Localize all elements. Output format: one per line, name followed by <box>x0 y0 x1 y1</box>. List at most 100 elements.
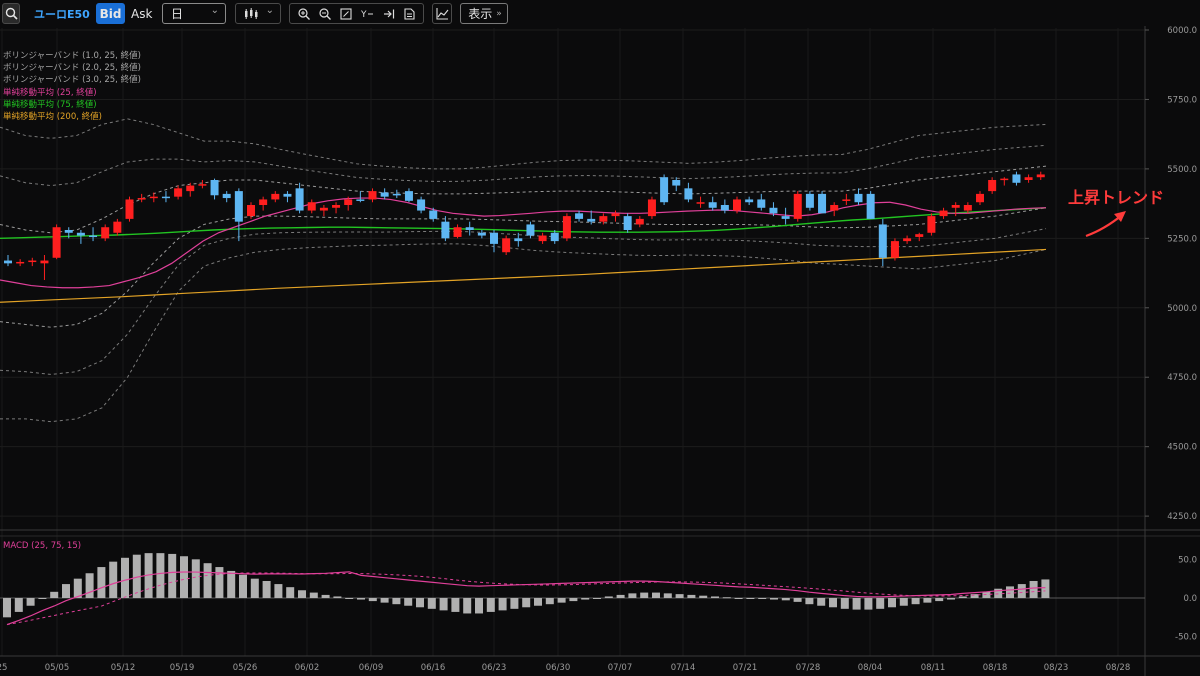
candle-body <box>101 227 110 239</box>
candle-body <box>356 199 365 201</box>
candle-body <box>28 260 37 263</box>
candle-body <box>684 188 693 200</box>
macd-histogram-bar <box>958 596 967 598</box>
candle-body <box>915 234 924 237</box>
candle-body <box>40 260 49 264</box>
macd-histogram-bar <box>876 598 885 609</box>
candle-body <box>344 199 353 205</box>
macd-histogram-bar <box>829 598 837 608</box>
candle-body <box>769 207 778 214</box>
candle-body <box>392 193 401 196</box>
candle-body <box>247 205 255 217</box>
date-tick-label: 08/28 <box>1106 663 1131 673</box>
moving-averages <box>0 197 1047 303</box>
legend-item-sma25[interactable]: 単純移動平均 (25, 終値) <box>3 87 141 99</box>
macd-histogram-bar <box>923 598 932 603</box>
date-tick-label: 07/14 <box>671 663 696 673</box>
macd-histogram-bar <box>947 598 955 600</box>
bb3-lower-line <box>0 243 1047 423</box>
macd-histogram-bar <box>522 598 531 608</box>
candle-body <box>696 202 705 204</box>
macd-histogram-bar <box>38 598 47 599</box>
macd-histogram-bar <box>97 567 106 598</box>
macd-histogram-bar <box>357 598 365 600</box>
macd-histogram-bar <box>427 598 436 609</box>
macd-histogram-bar <box>439 598 448 611</box>
legend-item-sma75[interactable]: 単純移動平均 (75, 終値) <box>3 99 141 111</box>
candle-body <box>575 213 584 219</box>
macd-histogram-bar <box>121 557 129 598</box>
price-chart[interactable]: 6000.0 5750.0 5500.0 5250.0 5000.0 4750.0 4500… <box>0 0 1200 676</box>
bb3-upper-line <box>0 118 1047 170</box>
candle-body <box>295 188 304 211</box>
macd-histogram-bar <box>569 598 578 602</box>
candle-body <box>465 227 474 230</box>
macd-histogram-bar <box>699 595 708 598</box>
candle-body <box>526 224 535 236</box>
macd-histogram-bar <box>227 570 236 598</box>
legend-item-bb1[interactable]: ボリンジャーバンド (1.0, 25, 終値) <box>3 50 141 62</box>
macd-histogram-bar <box>770 598 778 600</box>
date-tick-label: 08/18 <box>983 663 1008 673</box>
macd-histogram-bar <box>298 590 306 598</box>
candle-body <box>939 210 948 217</box>
macd-histogram-bar <box>652 592 660 598</box>
candle-body <box>587 218 596 222</box>
candle-body <box>538 235 547 242</box>
macd-histogram-bar <box>333 596 342 598</box>
macd-histogram-bar <box>899 598 908 606</box>
macd-histogram-bar <box>805 598 814 605</box>
candle-body <box>210 180 219 196</box>
macd-histogram-bar <box>404 598 413 606</box>
macd-histogram-bar <box>746 598 755 599</box>
macd-histogram-bar <box>1029 580 1038 598</box>
indicator-legend: ボリンジャーバンド (1.0, 25, 終値) ボリンジャーバンド (2.0, … <box>3 50 141 123</box>
macd-tick-label: 50.0 <box>1178 555 1197 565</box>
axes: 6000.0 5750.0 5500.0 5250.0 5000.0 4750.0 4500… <box>0 26 1197 673</box>
macd-histogram-bar <box>534 598 542 606</box>
sma75-line <box>0 207 1047 240</box>
date-tick-label: 08/23 <box>1044 663 1069 673</box>
sma200-line <box>0 248 1047 303</box>
date-tick-label: 05/19 <box>170 663 195 673</box>
macd-histogram-bar <box>498 598 507 611</box>
candle-body <box>113 221 122 233</box>
price-tick-label: 4500.0 <box>1167 443 1197 453</box>
candle-body <box>623 216 632 230</box>
candle-body <box>380 192 389 197</box>
candle-body <box>174 188 183 197</box>
candle-body <box>927 216 936 233</box>
candle-body <box>866 193 875 219</box>
macd-histogram-bar <box>604 596 613 598</box>
macd-histogram-bar <box>345 598 354 599</box>
date-tick-label: 08/04 <box>858 663 883 673</box>
candle-body <box>854 193 863 203</box>
candle-body <box>429 210 438 219</box>
macd-histogram-bar <box>781 598 790 601</box>
date-tick-label: 06/16 <box>421 663 446 673</box>
macd-histogram-bar <box>852 598 861 610</box>
candle-body <box>647 199 656 217</box>
macd-histogram-bar <box>309 592 318 598</box>
macd-legend[interactable]: MACD (25, 75, 15) <box>3 541 81 551</box>
price-tick-label: 5250.0 <box>1167 234 1197 244</box>
candle-body <box>951 205 960 208</box>
legend-item-bb2[interactable]: ボリンジャーバンド (2.0, 25, 終値) <box>3 62 141 74</box>
candle-body <box>502 238 511 253</box>
macd-histogram-bar <box>1041 579 1050 598</box>
candle-body <box>368 191 377 200</box>
macd-histogram-bar <box>463 598 472 614</box>
candle-body <box>672 180 681 186</box>
candle-body <box>878 224 887 258</box>
macd-histogram-bar <box>545 598 554 605</box>
candle-body <box>125 199 134 219</box>
legend-item-bb3[interactable]: ボリンジャーバンド (3.0, 25, 終値) <box>3 74 141 86</box>
candle-body <box>550 232 559 242</box>
sma25-line <box>0 197 1047 289</box>
macd-histogram-bar <box>888 598 896 608</box>
candle-body <box>441 221 450 239</box>
macd-histogram-bar <box>3 598 11 618</box>
candle-body <box>708 202 717 208</box>
legend-item-sma200[interactable]: 単純移動平均 (200, 終値) <box>3 111 141 123</box>
macd-histogram-bar <box>1006 586 1014 598</box>
